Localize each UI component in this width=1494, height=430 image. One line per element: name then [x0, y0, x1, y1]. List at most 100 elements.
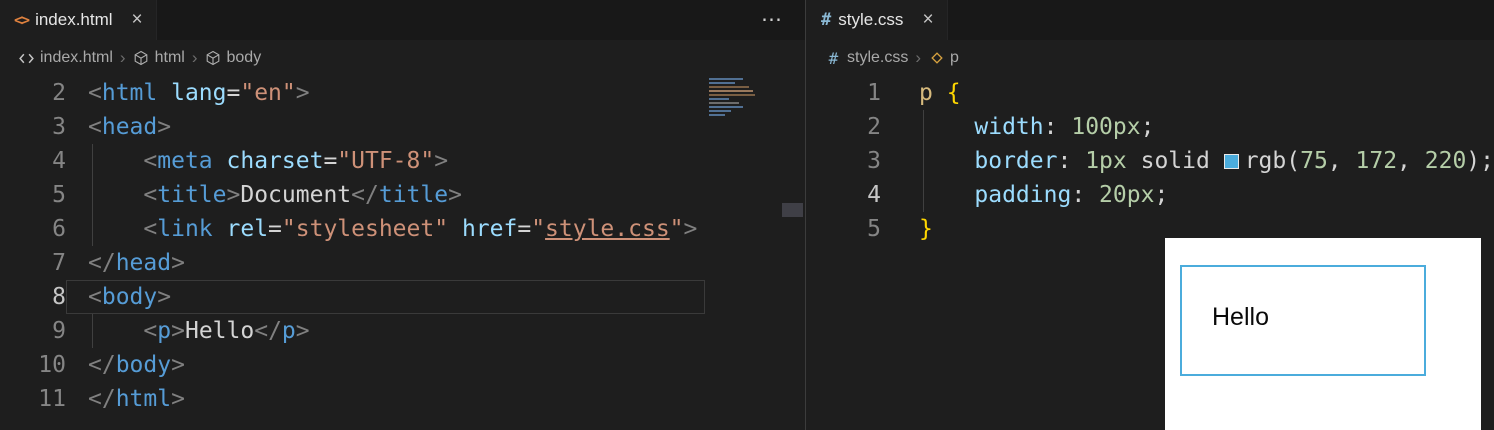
line-number: 7 — [52, 250, 66, 276]
symbol-cube-icon — [205, 50, 222, 67]
code-token: html — [115, 386, 172, 412]
code-token: 1px — [1085, 148, 1127, 174]
close-tab-icon[interactable]: × — [129, 9, 146, 31]
code-token: { — [946, 80, 961, 106]
css-selector-icon — [928, 50, 945, 67]
breadcrumb-item-p[interactable]: p — [928, 49, 959, 67]
code-line[interactable]: 11 </html> — [0, 382, 805, 416]
minimap-line — [709, 90, 753, 92]
code-line[interactable]: 1 p { — [807, 76, 1494, 110]
code-token: </ — [88, 250, 116, 276]
tab-index-html[interactable]: <> index.html × — [0, 0, 157, 40]
code-token: </ — [88, 386, 116, 412]
minimap-line — [709, 82, 735, 84]
code-text: <p>Hello</p> — [66, 314, 705, 348]
code-token: p — [919, 80, 933, 106]
tab-label: style.css — [838, 10, 904, 29]
code-line[interactable]: 5 <title>Document</title> — [0, 178, 805, 212]
code-token: </ — [254, 318, 282, 344]
breadcrumb-item-html[interactable]: html — [133, 49, 185, 67]
code-token: rel — [226, 216, 269, 242]
code-token: < — [143, 182, 158, 208]
indent-guide — [923, 110, 924, 144]
code-text: </html> — [66, 382, 705, 416]
code-token: Hello — [184, 318, 255, 344]
breadcrumb-label: style.css — [847, 49, 909, 66]
code-token: href — [461, 216, 518, 242]
line-number: 6 — [52, 216, 66, 242]
code-token: " — [669, 216, 684, 242]
minimap[interactable] — [709, 78, 761, 118]
code-text: </body> — [66, 348, 705, 382]
code-line[interactable]: 2 <html lang="en"> — [0, 76, 805, 110]
code-token: title — [157, 182, 227, 208]
code-token: > — [157, 284, 172, 310]
tab-bar-left: <> index.html × ⋯ — [0, 0, 805, 40]
code-token: = — [268, 216, 282, 242]
line-number: 5 — [867, 216, 881, 242]
breadcrumb-label: body — [226, 49, 262, 66]
breadcrumb-item-index-html[interactable]: index.html — [18, 49, 113, 67]
code-token: 75 — [1300, 148, 1328, 174]
code-token: 100px — [1071, 114, 1141, 140]
code-token: ; — [1140, 114, 1155, 140]
code-line[interactable]: 7 </head> — [0, 246, 805, 280]
minimap-line — [709, 86, 749, 88]
code-line[interactable]: 8 <body> — [0, 280, 805, 314]
code-token: , — [1397, 148, 1425, 174]
breadcrumb-label: html — [154, 49, 185, 66]
close-tab-icon[interactable]: × — [919, 9, 936, 31]
code-token: "UTF-8" — [337, 148, 435, 174]
tab-style-css[interactable]: # style.css × — [807, 0, 948, 40]
code-token: < — [143, 216, 158, 242]
minimap-line — [709, 102, 739, 104]
code-text: border: 1px solid rgb(75, 172, 220); — [881, 144, 1494, 178]
code-line[interactable]: 6 <link rel="stylesheet" href="style.css… — [0, 212, 805, 246]
editor-group-html: <> index.html × ⋯ index.html › html › body 2… — [0, 0, 806, 430]
more-actions-icon[interactable]: ⋯ — [761, 7, 783, 32]
code-token: = — [323, 148, 338, 174]
code-token: meta — [157, 148, 213, 174]
code-token: > — [434, 148, 449, 174]
symbol-cube-icon — [133, 50, 150, 67]
code-token: , — [1327, 148, 1356, 174]
code-token: : — [1043, 114, 1058, 140]
code-token: > — [171, 386, 185, 412]
tab-bar-right: # style.css × — [807, 0, 1494, 40]
code-token: ) — [1466, 148, 1481, 174]
code-token: link — [157, 216, 213, 242]
code-line[interactable]: 10 </body> — [0, 348, 805, 382]
code-line[interactable]: 4 padding: 20px; — [807, 178, 1494, 212]
code-line[interactable]: 3 <head> — [0, 110, 805, 144]
breadcrumb-bar-right: # style.css › p — [807, 40, 1494, 76]
code-token: 220 — [1424, 148, 1467, 174]
code-token: head — [101, 114, 158, 140]
code-token: = — [226, 80, 241, 106]
code-token: > — [683, 216, 698, 242]
code-line[interactable]: 9 <p>Hello</p> — [0, 314, 805, 348]
minimap-line — [709, 110, 731, 112]
code-token: title — [378, 182, 449, 208]
line-number: 2 — [867, 114, 881, 140]
code-text: width: 100px; — [881, 110, 1494, 144]
line-number: 1 — [867, 80, 881, 106]
breadcrumb-item-style-css[interactable]: # style.css — [825, 49, 909, 68]
code-line[interactable]: 4 <meta charset="UTF-8"> — [0, 144, 805, 178]
breadcrumb-item-body[interactable]: body — [205, 49, 262, 67]
breadcrumb-separator-icon: › — [191, 48, 198, 67]
code-token: width — [974, 114, 1044, 140]
minimap-line — [709, 106, 743, 108]
line-number: 2 — [52, 80, 66, 106]
code-line[interactable]: 2 width: 100px; — [807, 110, 1494, 144]
code-editor-html[interactable]: 2 <html lang="en"> 3 <head> 4 <meta charset=… — [0, 76, 805, 430]
line-number: 4 — [52, 148, 66, 174]
minimap-line — [709, 78, 743, 80]
code-line[interactable]: 3 border: 1px solid rgb(75, 172, 220); — [807, 144, 1494, 178]
